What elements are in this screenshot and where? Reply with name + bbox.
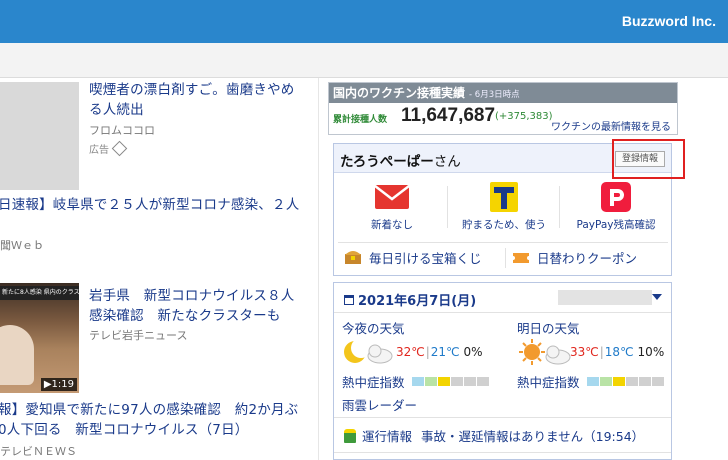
mail-service-label: 新着なし <box>371 219 413 231</box>
heat-index-bar-tomorrow <box>587 377 664 386</box>
column-divider <box>318 78 319 460</box>
coupon-icon <box>513 253 529 263</box>
promo-separator <box>505 248 506 268</box>
heat-index-segment <box>626 377 638 386</box>
register-highlight-frame <box>612 139 685 179</box>
paypay-service[interactable]: PayPay残高確認 <box>560 180 672 236</box>
heat-index-label[interactable]: 熱中症指数 <box>342 372 405 391</box>
news-source-3: テレビ岩手ニュース <box>89 329 188 342</box>
heat-index-segment <box>438 377 450 386</box>
news-headline-4[interactable]: 報】愛知県で新たに97人の感染確認 約2か月ぶ 0人下回る 新型コロナウイルス（7… <box>0 400 310 440</box>
rain-radar-link[interactable]: 雨雲レーダー <box>342 395 417 414</box>
weather-divider <box>334 312 671 313</box>
heat-index-bar-tonight <box>412 377 489 386</box>
sub-navigation-bar <box>0 43 728 78</box>
weather-divider <box>334 417 671 418</box>
video-person <box>0 325 34 385</box>
news-source-4: テレビＮＥＷＳ <box>0 445 77 458</box>
paypay-icon <box>601 182 631 212</box>
user-name: たろうぺーぱーさん <box>340 154 461 170</box>
heat-index-segment <box>639 377 651 386</box>
news-headline-1[interactable]: 喫煙者の漂白剤すご。歯磨きやめ る人続出 <box>89 80 309 120</box>
news-source-1: フロムココロ <box>89 124 155 137</box>
top-bar: Buzzword Inc. <box>0 0 728 43</box>
paypay-service-label: PayPay残高確認 <box>576 219 656 231</box>
ad-info-icon[interactable] <box>111 140 128 157</box>
tomorrow-temperature: 33℃|18℃ 10% <box>570 345 665 359</box>
location-select[interactable] <box>558 290 652 305</box>
brand-logo[interactable]: Buzzword Inc. <box>622 13 716 29</box>
news-source-2: 聞Ｗｅｂ <box>0 239 44 252</box>
lottery-promo-label: 毎日引ける宝箱くじ <box>369 251 482 266</box>
heat-index-segment <box>425 377 437 386</box>
mail-icon <box>374 185 410 209</box>
video-banner: 新たに8人感染 県内のクラス <box>0 286 79 300</box>
row-divider <box>338 242 668 243</box>
heat-index-label-tomorrow[interactable]: 熱中症指数 <box>517 372 580 391</box>
vaccine-info-link[interactable]: ワクチンの最新情報を見る <box>551 118 671 133</box>
calendar-icon <box>344 295 354 305</box>
vaccine-label: 累計接種人数 <box>333 115 388 125</box>
video-thumbnail[interactable]: 新たに8人感染 県内のクラス ▶1:19 <box>0 283 79 393</box>
train-status: 事故・遅延情報はありません（19:54） <box>421 429 645 444</box>
news-headline-2[interactable]: 日速報】岐阜県で２５人が新型コロナ感染、２人 <box>0 195 310 215</box>
weather-date: 2021年6月7日(月) <box>344 290 476 309</box>
vaccine-title: 国内のワクチン接種実績 - 6月3日時点 <box>329 83 677 103</box>
heat-index-segment <box>464 377 476 386</box>
chevron-down-icon[interactable] <box>652 294 662 300</box>
tonight-weather-label[interactable]: 今夜の天気 <box>342 318 405 337</box>
heat-index-segment <box>587 377 599 386</box>
heat-index-segment <box>477 377 489 386</box>
tomorrow-weather-label[interactable]: 明日の天気 <box>517 318 580 337</box>
sun-cloud-icon <box>519 339 571 365</box>
train-info[interactable]: 運行情報 事故・遅延情報はありません（19:54） <box>344 426 644 445</box>
heat-index-segment <box>613 377 625 386</box>
moon-cloud-icon <box>344 339 393 364</box>
weather-divider <box>334 452 671 453</box>
news-headline-3[interactable]: 岩手県 新型コロナウイルス８人 感染確認 新たなクラスターも <box>89 286 309 326</box>
mail-service[interactable]: 新着なし <box>336 180 448 236</box>
vaccine-box: 国内のワクチン接種実績 - 6月3日時点 累計接種人数 11,647,687 (+… <box>328 82 678 135</box>
video-duration-badge: ▶1:19 <box>40 378 77 391</box>
vaccine-delta: (+375,383) <box>495 111 553 122</box>
heat-index-segment <box>412 377 424 386</box>
treasure-box-icon <box>345 251 361 264</box>
tpoint-service[interactable]: 貯まるため、使う <box>448 180 560 236</box>
tpoint-service-label: 貯まるため、使う <box>462 219 546 231</box>
weather-panel: 2021年6月7日(月) 今夜の天気 明日の天気 32℃|21℃ 0% 33℃|1… <box>333 282 672 460</box>
tpoint-icon <box>490 182 518 212</box>
ad-thumbnail[interactable] <box>0 82 79 190</box>
train-icon <box>344 429 356 443</box>
tonight-temperature: 32℃|21℃ 0% <box>396 345 483 359</box>
heat-index-segment <box>451 377 463 386</box>
heat-index-segment <box>600 377 612 386</box>
coupon-promo-label: 日替わりクーポン <box>537 251 638 266</box>
heat-index-segment <box>652 377 664 386</box>
ad-label: 広告 <box>89 140 128 157</box>
news-list: 喫煙者の漂白剤すご。歯磨きやめ る人続出 フロムココロ 広告 日速報】岐阜県で２５… <box>0 78 310 460</box>
vaccine-total: 11,647,687 <box>401 105 496 126</box>
